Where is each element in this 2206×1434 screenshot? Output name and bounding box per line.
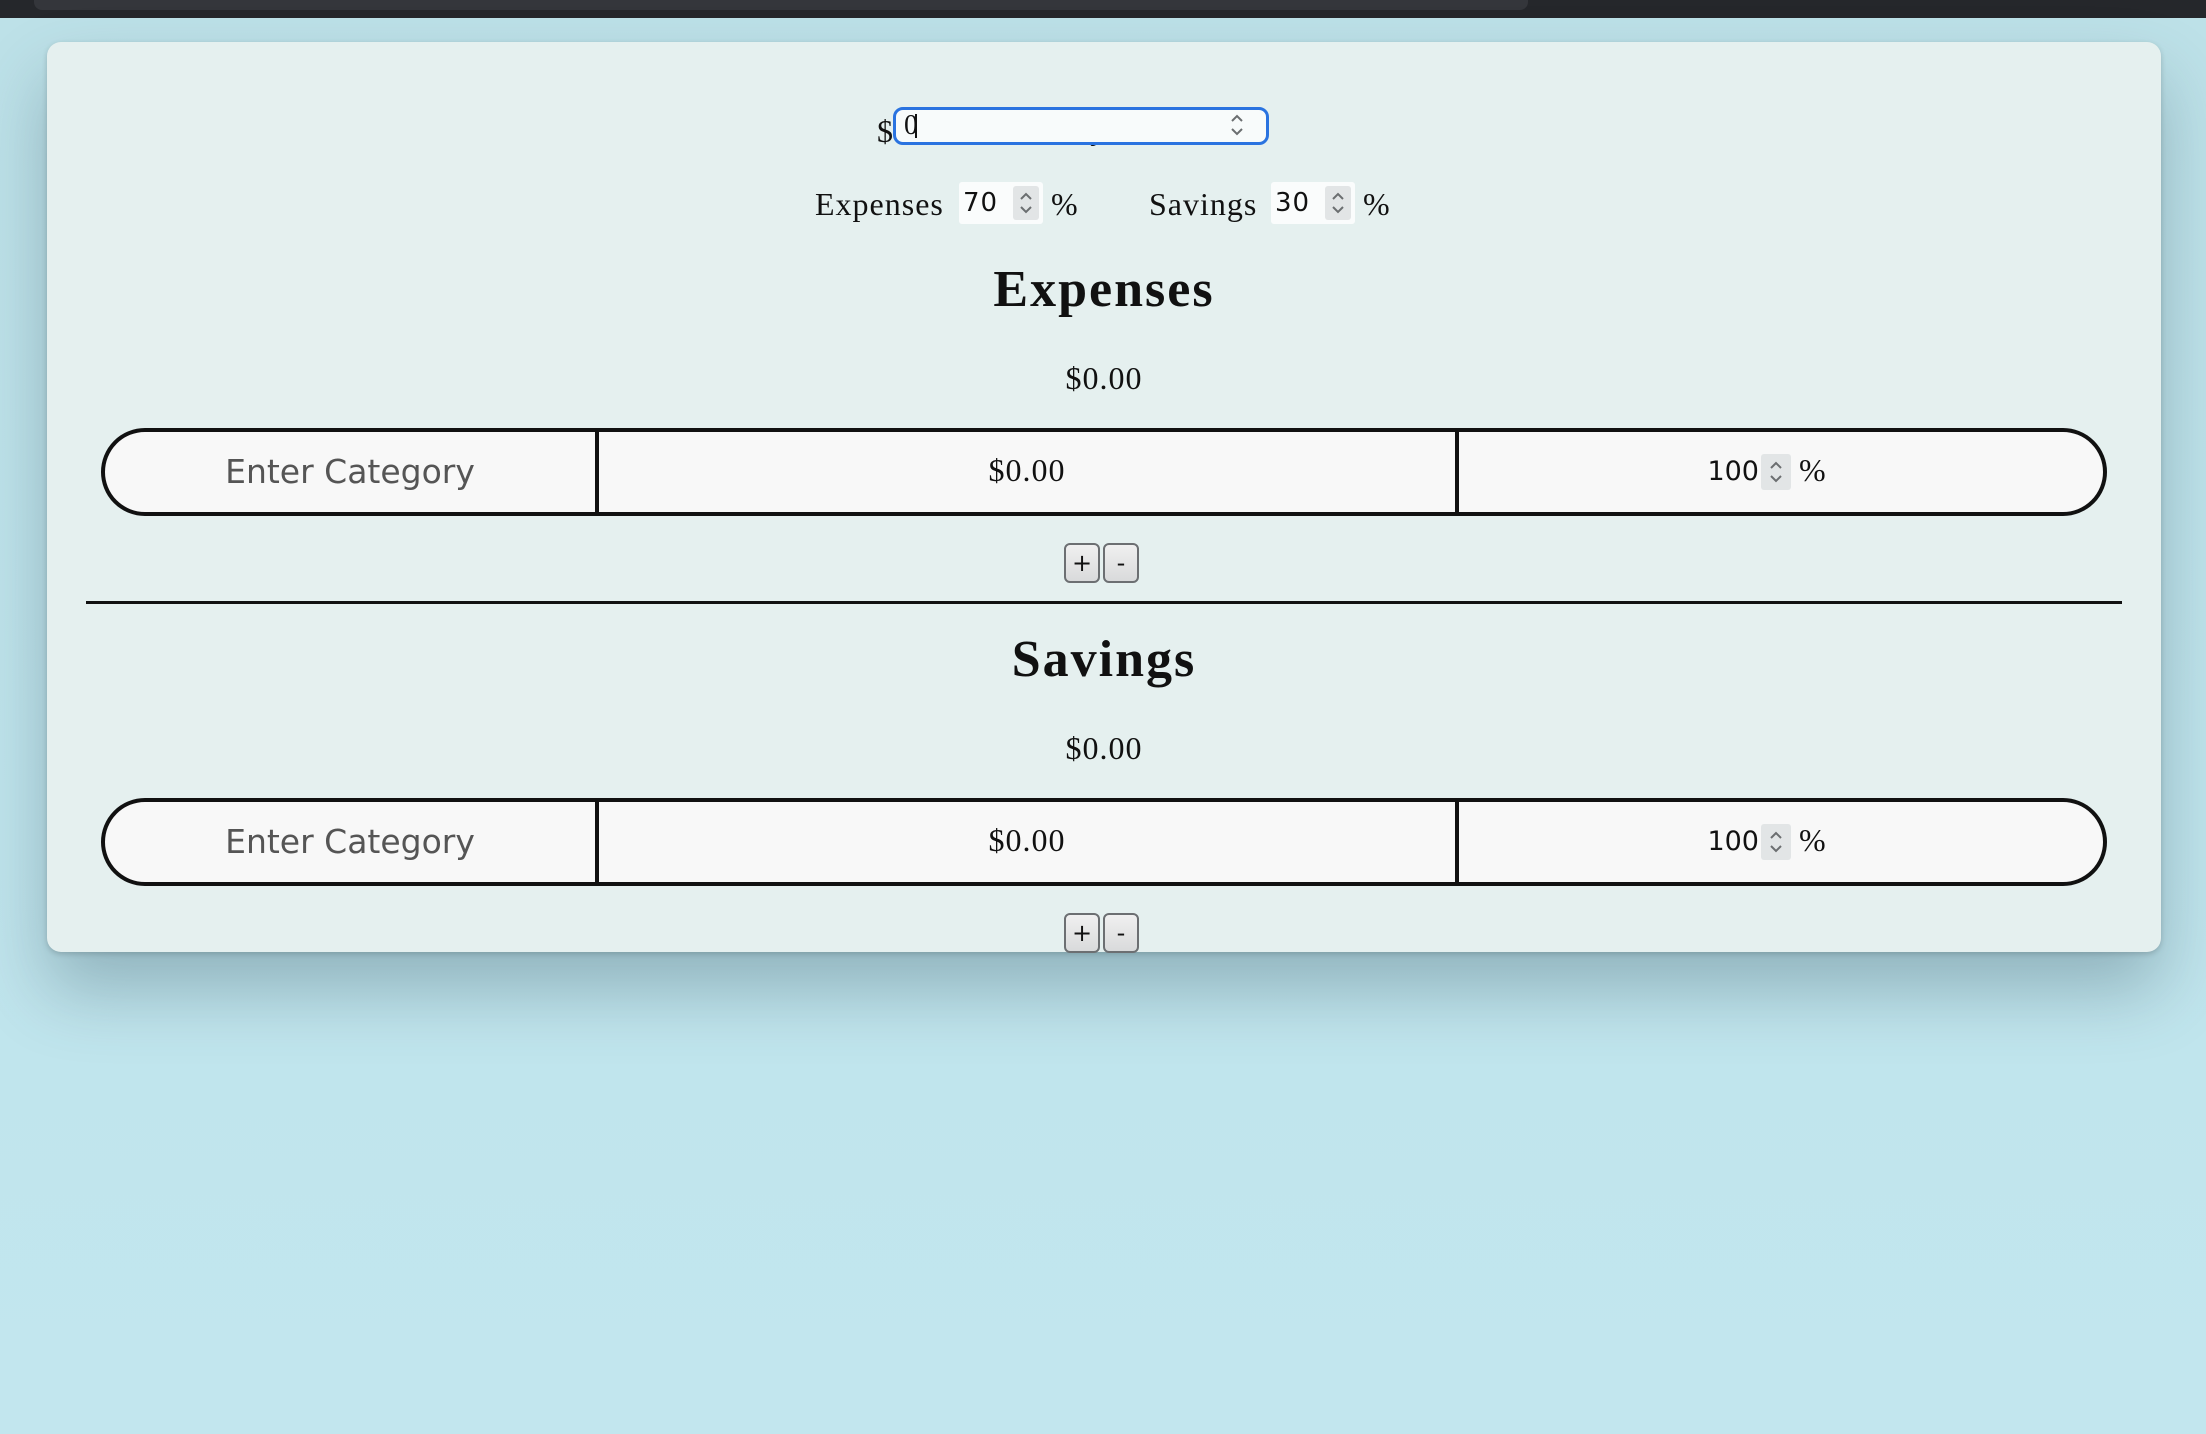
category-placeholder: Enter Category xyxy=(225,822,475,861)
chevron-up-down-icon xyxy=(1770,831,1782,853)
text-cursor xyxy=(915,114,917,138)
add-savings-category-button[interactable]: + xyxy=(1064,913,1100,953)
window-top-bar xyxy=(0,0,2206,18)
split-controls: Expenses 70 % Savings 30 % xyxy=(815,182,1455,226)
category-placeholder: Enter Category xyxy=(225,452,475,491)
savings-total: $0.00 xyxy=(1065,730,1143,766)
expenses-category-percent-sign: % xyxy=(1799,452,1826,488)
savings-percent-input[interactable]: 30 xyxy=(1271,182,1355,224)
expenses-category-amount: $0.00 xyxy=(599,432,1459,512)
savings-percent-sign: % xyxy=(1363,186,1391,222)
income-stepper[interactable] xyxy=(1226,108,1248,142)
savings-category-percent-sign: % xyxy=(1799,822,1826,858)
savings-category-row: Enter Category $0.00 100 % xyxy=(101,798,2107,886)
section-divider xyxy=(86,601,2122,604)
remove-expense-category-button[interactable]: - xyxy=(1103,543,1139,583)
expenses-percent-value: 70 xyxy=(963,188,999,218)
expenses-category-percent-stepper[interactable] xyxy=(1761,454,1791,490)
expenses-percent-sign: % xyxy=(1051,186,1079,222)
chevron-up-down-icon xyxy=(1231,114,1243,136)
expenses-heading: Expenses xyxy=(993,261,1215,318)
expenses-total: $0.00 xyxy=(1065,360,1143,396)
chevron-up-down-icon xyxy=(1770,461,1782,483)
savings-split-label: Savings xyxy=(1149,186,1258,222)
savings-category-percent-stepper[interactable] xyxy=(1761,824,1791,860)
expenses-split-label: Expenses xyxy=(815,186,944,222)
savings-percent-stepper[interactable] xyxy=(1325,186,1351,220)
scroll-track xyxy=(34,0,1528,10)
savings-heading: Savings xyxy=(1011,631,1197,688)
savings-category-percent-cell: 100 % xyxy=(1459,802,2103,882)
savings-category-input[interactable]: Enter Category xyxy=(105,802,599,882)
monthly-income-input[interactable]: 0 xyxy=(893,107,1269,145)
expenses-category-input[interactable]: Enter Category xyxy=(105,432,599,512)
expenses-category-row: Enter Category $0.00 100 % xyxy=(101,428,2107,516)
expenses-percent-input[interactable]: 70 xyxy=(959,182,1043,224)
expenses-percent-stepper[interactable] xyxy=(1013,186,1039,220)
savings-category-amount: $0.00 xyxy=(599,802,1459,882)
expenses-category-percent-cell: 100 % xyxy=(1459,432,2103,512)
budget-card: Monthly Income $ 0 Expenses 70 % Savings… xyxy=(47,42,2161,953)
chevron-up-down-icon xyxy=(1332,192,1344,214)
savings-category-percent-input[interactable]: 100 xyxy=(1707,822,1759,862)
expenses-category-percent-input[interactable]: 100 xyxy=(1707,452,1759,492)
add-expense-category-button[interactable]: + xyxy=(1064,543,1100,583)
savings-percent-value: 30 xyxy=(1275,188,1311,218)
chevron-up-down-icon xyxy=(1020,192,1032,214)
remove-savings-category-button[interactable]: - xyxy=(1103,913,1139,953)
